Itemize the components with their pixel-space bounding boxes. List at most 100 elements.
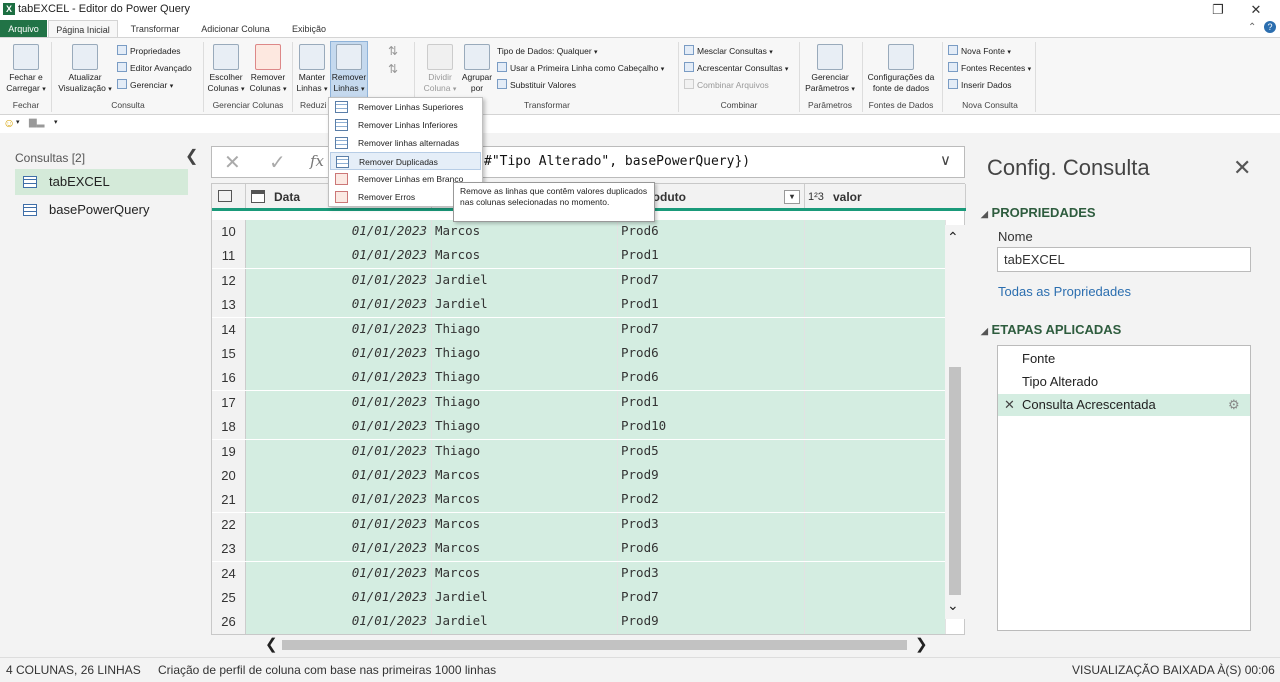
gear-icon[interactable]: ⚙ bbox=[1228, 394, 1240, 416]
cell-produto[interactable]: Prod6 bbox=[618, 220, 805, 244]
cell-vendedor[interactable]: Thiago bbox=[432, 342, 618, 366]
formula-bar[interactable]: ✕ ✓ fx #"Tipo Alterado", basePowerQuery}… bbox=[211, 146, 965, 178]
remover-colunas-button[interactable]: Remover Colunas ▾ bbox=[247, 44, 289, 95]
table-row[interactable]: 16 01/01/2023 Thiago Prod6 bbox=[212, 366, 946, 391]
row-number[interactable]: 24 bbox=[212, 561, 246, 586]
delete-step-icon[interactable]: ✕ bbox=[1004, 394, 1015, 416]
fx-icon[interactable]: fx bbox=[310, 152, 324, 170]
tab-arquivo[interactable]: Arquivo bbox=[0, 20, 47, 38]
row-number[interactable]: 23 bbox=[212, 537, 246, 562]
row-number[interactable]: 19 bbox=[212, 439, 246, 464]
cell-valor[interactable] bbox=[805, 244, 946, 269]
agrupar-por-button[interactable]: Agrupar por bbox=[459, 44, 495, 94]
formula-text[interactable]: #"Tipo Alterado", basePowerQuery}) bbox=[484, 154, 750, 169]
cell-vendedor[interactable]: Jardiel bbox=[432, 268, 618, 293]
cell-produto[interactable]: Prod6 bbox=[618, 342, 805, 366]
row-number[interactable]: 26 bbox=[212, 610, 246, 635]
cell-produto[interactable]: Prod5 bbox=[618, 439, 805, 464]
configuracoes-fonte-button[interactable]: Configurações da fonte de dados bbox=[864, 44, 938, 94]
row-number[interactable]: 10 bbox=[212, 220, 246, 244]
cell-data[interactable]: 01/01/2023 bbox=[246, 464, 432, 488]
cell-vendedor[interactable]: Thiago bbox=[432, 317, 618, 342]
table-row[interactable]: 13 01/01/2023 Jardiel Prod1 bbox=[212, 293, 946, 318]
table-row[interactable]: 20 01/01/2023 Marcos Prod9 bbox=[212, 464, 946, 488]
combinar-arquivos-button[interactable]: Combinar Arquivos bbox=[684, 79, 769, 91]
cell-data[interactable]: 01/01/2023 bbox=[246, 488, 432, 513]
cell-vendedor[interactable]: Marcos bbox=[432, 488, 618, 513]
propriedades-section[interactable]: ◢ PROPRIEDADES bbox=[981, 205, 1096, 220]
cell-data[interactable]: 01/01/2023 bbox=[246, 610, 432, 635]
cell-valor[interactable] bbox=[805, 439, 946, 464]
cell-valor[interactable] bbox=[805, 537, 946, 562]
cell-vendedor[interactable]: Thiago bbox=[432, 415, 618, 440]
atualizar-visualizacao-button[interactable]: Atualizar Visualização ▾ bbox=[56, 44, 114, 95]
smiley-icon[interactable]: ☺ bbox=[3, 116, 15, 130]
horizontal-scrollbar[interactable]: ❮ ❯ bbox=[245, 635, 945, 655]
table-row[interactable]: 25 01/01/2023 Jardiel Prod7 bbox=[212, 586, 946, 610]
primeira-linha-cabecalho-button[interactable]: Usar a Primeira Linha como Cabeçalho ▾ bbox=[497, 62, 664, 76]
step-fonte[interactable]: Fonte bbox=[998, 348, 1250, 370]
cell-vendedor[interactable]: Jardiel bbox=[432, 586, 618, 610]
cell-valor[interactable] bbox=[805, 586, 946, 610]
step-tipo-alterado[interactable]: Tipo Alterado bbox=[998, 371, 1250, 393]
cell-data[interactable]: 01/01/2023 bbox=[246, 586, 432, 610]
cell-vendedor[interactable]: Marcos bbox=[432, 512, 618, 537]
chart-icon[interactable]: ▆▂ bbox=[29, 117, 44, 128]
todas-propriedades-link[interactable]: Todas as Propriedades bbox=[998, 284, 1131, 299]
restore-icon[interactable]: ❐ bbox=[1203, 2, 1233, 18]
row-number[interactable]: 12 bbox=[212, 268, 246, 293]
cell-valor[interactable] bbox=[805, 317, 946, 342]
inserir-dados-button[interactable]: Inserir Dados bbox=[948, 79, 1012, 91]
row-number[interactable]: 14 bbox=[212, 317, 246, 342]
scroll-left-icon[interactable]: ❮ bbox=[265, 635, 278, 653]
cell-valor[interactable] bbox=[805, 342, 946, 366]
row-number[interactable]: 25 bbox=[212, 586, 246, 610]
scroll-thumb[interactable] bbox=[949, 367, 961, 595]
cell-vendedor[interactable]: Thiago bbox=[432, 439, 618, 464]
cell-vendedor[interactable]: Jardiel bbox=[432, 610, 618, 635]
manter-linhas-button[interactable]: Manter Linhas ▾ bbox=[295, 44, 329, 95]
cell-valor[interactable] bbox=[805, 610, 946, 635]
close-window-icon[interactable]: ✕ bbox=[1241, 2, 1271, 18]
cell-produto[interactable]: Prod6 bbox=[618, 537, 805, 562]
cell-valor[interactable] bbox=[805, 561, 946, 586]
cell-data[interactable]: 01/01/2023 bbox=[246, 244, 432, 269]
cell-produto[interactable]: Prod10 bbox=[618, 415, 805, 440]
cell-data[interactable]: 01/01/2023 bbox=[246, 293, 432, 318]
tipo-dados-dropdown[interactable]: Tipo de Dados: Qualquer ▾ bbox=[497, 45, 598, 59]
cell-produto[interactable]: Prod1 bbox=[618, 390, 805, 415]
cell-vendedor[interactable]: Marcos bbox=[432, 220, 618, 244]
tab-pagina-inicial[interactable]: Página Inicial bbox=[48, 20, 118, 38]
cell-data[interactable]: 01/01/2023 bbox=[246, 390, 432, 415]
chevron-down-icon[interactable]: ▾ bbox=[16, 118, 20, 126]
sort-asc-icon[interactable]: ⇅ bbox=[388, 44, 398, 58]
step-consulta-acrescentada[interactable]: ✕ Consulta Acrescentada ⚙ bbox=[998, 394, 1250, 416]
menu-item-remover-inferiores[interactable]: Remover Linhas Inferiores bbox=[330, 116, 481, 134]
cell-data[interactable]: 01/01/2023 bbox=[246, 220, 432, 244]
table-row[interactable]: 12 01/01/2023 Jardiel Prod7 bbox=[212, 268, 946, 293]
row-number[interactable]: 17 bbox=[212, 390, 246, 415]
query-item-tabexcel[interactable]: tabEXCEL bbox=[15, 169, 188, 195]
cell-valor[interactable] bbox=[805, 488, 946, 513]
cell-produto[interactable]: Prod7 bbox=[618, 317, 805, 342]
substituir-valores-button[interactable]: Substituir Valores bbox=[497, 79, 576, 91]
table-row[interactable]: 22 01/01/2023 Marcos Prod3 bbox=[212, 512, 946, 537]
acrescentar-consultas-button[interactable]: Acrescentar Consultas ▾ bbox=[684, 62, 788, 76]
cell-vendedor[interactable]: Marcos bbox=[432, 537, 618, 562]
close-settings-icon[interactable]: ✕ bbox=[1233, 155, 1251, 181]
dividir-coluna-button[interactable]: Dividir Coluna ▾ bbox=[422, 44, 458, 95]
cell-vendedor[interactable]: Marcos bbox=[432, 244, 618, 269]
column-header-valor[interactable]: 1²3 valor bbox=[805, 184, 966, 210]
row-number[interactable]: 11 bbox=[212, 244, 246, 269]
cell-data[interactable]: 01/01/2023 bbox=[246, 268, 432, 293]
remover-linhas-button[interactable]: Remover Linhas ▾ bbox=[330, 41, 368, 98]
filter-dropdown-icon[interactable]: ▾ bbox=[784, 190, 800, 204]
cell-data[interactable]: 01/01/2023 bbox=[246, 317, 432, 342]
name-input[interactable]: tabEXCEL bbox=[997, 247, 1251, 272]
cell-vendedor[interactable]: Marcos bbox=[432, 464, 618, 488]
escolher-colunas-button[interactable]: Escolher Colunas ▾ bbox=[206, 44, 246, 95]
cell-vendedor[interactable]: Jardiel bbox=[432, 293, 618, 318]
cell-valor[interactable] bbox=[805, 390, 946, 415]
editor-avancado-button[interactable]: Editor Avançado bbox=[117, 62, 192, 74]
cell-vendedor[interactable]: Thiago bbox=[432, 366, 618, 391]
